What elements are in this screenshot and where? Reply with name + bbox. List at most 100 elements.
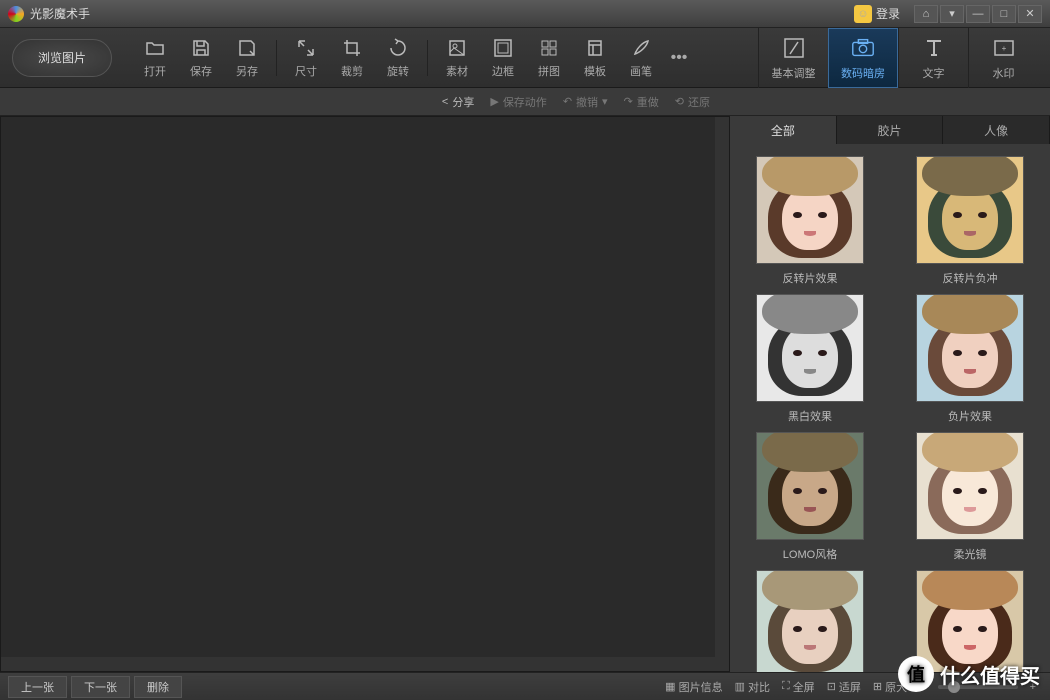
tool-template[interactable]: 模板 [574, 37, 616, 79]
minimize-button[interactable]: — [966, 5, 990, 23]
compare-icon: ▥ [735, 680, 745, 693]
filter-item[interactable] [898, 570, 1042, 672]
sub-toolbar: <分享 ▶保存动作 ↶撤销▾ ↷重做 ⟲还原 [0, 88, 1050, 116]
tool-rotate[interactable]: 旋转 [377, 37, 419, 79]
zoom-in-button[interactable]: + [1030, 681, 1036, 693]
tool-material[interactable]: 素材 [436, 37, 478, 79]
fit-button[interactable]: ⊡适屏 [827, 679, 861, 695]
restore-button[interactable]: ⟲还原 [675, 94, 710, 110]
zoom-actual-button[interactable]: ⊞原大 [873, 679, 907, 695]
home-button[interactable]: ⌂ [914, 5, 938, 23]
crop-icon [341, 37, 363, 59]
titlebar: 光影魔术手 ☺ 登录 ⌂ ▾ — □ ✕ [0, 0, 1050, 28]
filter-thumb [916, 294, 1024, 402]
filter-item[interactable]: 反转片负冲 [898, 156, 1042, 286]
svg-text:+: + [1001, 44, 1006, 53]
zoom-thumb[interactable] [948, 681, 960, 693]
filter-thumb [756, 432, 864, 540]
save-action-button[interactable]: ▶保存动作 [490, 94, 546, 110]
tool-frame[interactable]: 边框 [482, 37, 524, 79]
filter-item[interactable]: LOMO风格 [738, 432, 882, 562]
filter-tab-portrait[interactable]: 人像 [943, 116, 1050, 144]
save-icon [190, 37, 212, 59]
filter-thumb [756, 294, 864, 402]
darkroom-icon [850, 35, 876, 61]
prev-button[interactable]: 上一张 [8, 676, 67, 698]
filter-label: LOMO风格 [783, 546, 837, 562]
filter-thumb [916, 156, 1024, 264]
tool-brush[interactable]: 画笔 [620, 37, 662, 79]
bottom-bar: 上一张 下一张 删除 ▦图片信息 ▥对比 ⛶全屏 ⊡适屏 ⊞原大 − + [0, 672, 1050, 700]
filter-item[interactable] [738, 570, 882, 672]
main-toolbar: 浏览图片 打开 保存 另存 尺寸 裁剪 旋转 素材 边框 拼图 模板 [0, 28, 1050, 88]
login-link[interactable]: 登录 [876, 5, 900, 22]
content-area: 全部 胶片 人像 反转片效果 [0, 116, 1050, 672]
redo-icon: ↷ [624, 95, 633, 108]
app-title: 光影魔术手 [30, 5, 90, 22]
template-icon [584, 37, 606, 59]
filter-tab-all[interactable]: 全部 [730, 116, 837, 144]
effects-panel: 全部 胶片 人像 反转片效果 [730, 116, 1050, 672]
filter-label: 柔光镜 [954, 546, 987, 562]
tab-text[interactable]: 文字 [898, 28, 968, 88]
compare-button[interactable]: ▥对比 [735, 679, 770, 695]
tab-watermark[interactable]: + 水印 [968, 28, 1038, 88]
filter-tab-film[interactable]: 胶片 [837, 116, 944, 144]
filter-item[interactable]: 黑白效果 [738, 294, 882, 424]
tool-save[interactable]: 保存 [180, 37, 222, 79]
canvas-scrollbar-vertical[interactable] [715, 117, 729, 671]
fit-icon: ⊡ [827, 680, 836, 693]
filter-tabs: 全部 胶片 人像 [730, 116, 1050, 144]
adjust-icon [781, 35, 807, 61]
tool-collage[interactable]: 拼图 [528, 37, 570, 79]
app-icon [8, 6, 24, 22]
restore-icon: ⟲ [675, 95, 684, 108]
close-button[interactable]: ✕ [1018, 5, 1042, 23]
canvas-scrollbar-horizontal[interactable] [1, 657, 715, 671]
filter-label: 反转片负冲 [943, 270, 998, 286]
zoom-out-button[interactable]: − [919, 681, 925, 693]
fullscreen-icon: ⛶ [782, 680, 790, 693]
filter-thumb [916, 432, 1024, 540]
share-button[interactable]: <分享 [442, 94, 474, 110]
size-icon [295, 37, 317, 59]
filter-item[interactable]: 负片效果 [898, 294, 1042, 424]
save-as-icon [236, 37, 258, 59]
filter-label: 反转片效果 [783, 270, 838, 286]
zoom-slider[interactable] [938, 685, 1018, 689]
filter-thumb [756, 570, 864, 672]
delete-button[interactable]: 删除 [134, 676, 182, 698]
tool-more[interactable]: ••• [664, 49, 694, 67]
maximize-button[interactable]: □ [992, 5, 1016, 23]
frame-icon [492, 37, 514, 59]
filter-item[interactable]: 反转片效果 [738, 156, 882, 286]
zoom-icon: ⊞ [873, 680, 882, 693]
redo-button[interactable]: ↷重做 [624, 94, 659, 110]
tool-save-as[interactable]: 另存 [226, 37, 268, 79]
tab-darkroom[interactable]: 数码暗房 [828, 28, 898, 88]
image-info-button[interactable]: ▦图片信息 [665, 679, 722, 695]
share-icon: < [442, 96, 448, 108]
browse-button[interactable]: 浏览图片 [12, 39, 112, 77]
filter-item[interactable]: 柔光镜 [898, 432, 1042, 562]
canvas[interactable] [0, 116, 730, 672]
watermark-icon: + [991, 35, 1017, 61]
action-icon: ▶ [490, 95, 498, 108]
brush-icon [630, 37, 652, 59]
settings-button[interactable]: ▾ [940, 5, 964, 23]
rotate-icon [387, 37, 409, 59]
filter-thumb [756, 156, 864, 264]
collage-icon [538, 37, 560, 59]
tool-size[interactable]: 尺寸 [285, 37, 327, 79]
user-avatar-icon[interactable]: ☺ [854, 5, 872, 23]
tool-open[interactable]: 打开 [134, 37, 176, 79]
info-icon: ▦ [665, 680, 675, 693]
undo-button[interactable]: ↶撤销▾ [563, 94, 608, 110]
tab-basic-adjust[interactable]: 基本调整 [758, 28, 828, 88]
tool-crop[interactable]: 裁剪 [331, 37, 373, 79]
undo-icon: ↶ [563, 95, 572, 108]
next-button[interactable]: 下一张 [71, 676, 130, 698]
fullscreen-button[interactable]: ⛶全屏 [782, 679, 815, 695]
filter-label: 负片效果 [948, 408, 992, 424]
filter-grid[interactable]: 反转片效果 反转片负冲 黑白效果 [730, 144, 1050, 672]
